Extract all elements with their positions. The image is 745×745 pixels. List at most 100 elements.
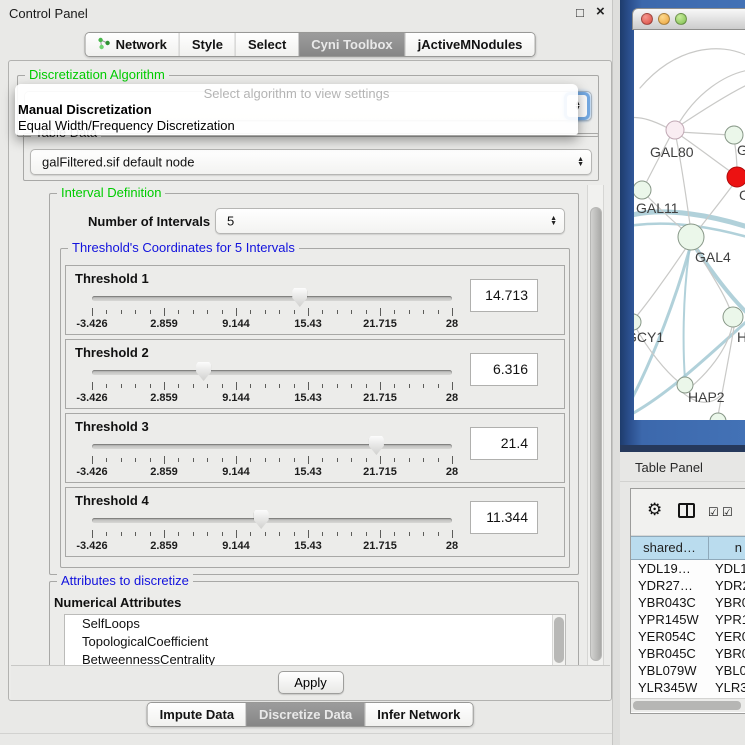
table-row[interactable]: YBR045CYBR0 (631, 645, 745, 662)
gear-icon[interactable]: ⚙ (647, 500, 662, 520)
panel-vertical-scrollbar[interactable] (587, 185, 604, 667)
slider-thumb[interactable] (254, 510, 269, 529)
numerical-attributes-list[interactable]: SelfLoopsTopologicalCoefficientBetweenne… (64, 614, 566, 667)
tick-mark (294, 310, 295, 314)
table-row[interactable]: YBR043CYBR0 (631, 594, 745, 611)
threshold-value-field[interactable]: 21.4 (470, 427, 538, 460)
column-header-name[interactable]: n (709, 536, 745, 560)
table-row[interactable]: YBL079WYBL0 (631, 662, 745, 679)
scale-label: 9.144 (222, 392, 250, 404)
slider-scale-labels: -3.4262.8599.14415.4321.71528 (92, 318, 452, 331)
table-data-combobox[interactable]: galFiltered.sif default node ▲▼ (30, 149, 592, 175)
threshold-value-field[interactable]: 11.344 (470, 501, 538, 534)
tick-mark (164, 382, 165, 390)
slider-track[interactable] (92, 444, 452, 449)
threshold-value-field[interactable]: 6.316 (470, 353, 538, 386)
tab-style[interactable]: Style (179, 33, 235, 56)
float-window-icon[interactable]: □ (576, 5, 584, 20)
cell-name: YDL1 (709, 560, 745, 577)
slider-track[interactable] (92, 518, 452, 523)
tick-mark (423, 458, 424, 462)
table-horizontal-scrollbar[interactable] (631, 698, 745, 712)
network-canvas[interactable]: GAL80GCGAL11GAL4GCY1HHAP2 (634, 30, 745, 420)
dropdown-option-equal-width-frequency[interactable]: Equal Width/Frequency Discretization (15, 118, 578, 134)
scale-label: 21.715 (363, 318, 397, 330)
algorithm-dropdown-popup: Select algorithm to view settings Manual… (15, 84, 578, 135)
checkbox-icon[interactable]: ☑ (708, 505, 719, 519)
cell-name: YDR2 (709, 577, 745, 594)
table-row[interactable]: YLR345WYLR3 (631, 679, 745, 696)
tick-mark (438, 532, 439, 536)
desktop-background: GAL80GCGAL11GAL4GCY1HHAP2 (620, 0, 745, 452)
network-node-green[interactable] (678, 224, 704, 250)
tick-mark (92, 308, 93, 316)
tick-mark (236, 308, 237, 316)
table-row[interactable]: YER054CYER0 (631, 628, 745, 645)
number-of-intervals-combobox[interactable]: 5 ▲▼ (215, 208, 565, 234)
table-row[interactable]: YPR145WYPR1 (631, 611, 745, 628)
bottom-tab-impute-data[interactable]: Impute Data (148, 703, 246, 726)
slider-track[interactable] (92, 370, 452, 375)
column-header-shared-name[interactable]: shared… (631, 536, 709, 560)
tick-mark (423, 384, 424, 388)
attributes-scrollbar[interactable] (552, 615, 565, 667)
scale-label: 28 (446, 466, 458, 478)
network-node-green[interactable] (723, 307, 743, 327)
close-traffic-light-icon[interactable] (641, 13, 653, 25)
tab-jactivemnodules[interactable]: jActiveMNodules (405, 33, 535, 56)
columns-icon[interactable] (678, 503, 695, 518)
network-node-red[interactable] (727, 167, 745, 187)
apply-button[interactable]: Apply (278, 671, 344, 694)
apply-row: Apply (11, 665, 610, 700)
scrollbar-thumb[interactable] (633, 701, 741, 710)
threshold-panel: Threshold 3-3.4262.8599.14415.4321.71528… (65, 413, 565, 483)
network-node-pink[interactable] (666, 121, 684, 139)
zoom-traffic-light-icon[interactable] (675, 13, 687, 25)
bottom-tab-discretize-data[interactable]: Discretize Data (246, 703, 364, 726)
bottom-tab-label: Impute Data (160, 707, 234, 722)
tick-mark (265, 384, 266, 388)
list-item[interactable]: TopologicalCoefficient (65, 633, 565, 651)
list-item[interactable]: SelfLoops (65, 615, 565, 633)
slider-thumb[interactable] (196, 362, 211, 381)
thresholds-group: Threshold's Coordinates for 5 Intervals … (60, 248, 570, 568)
tab-cyni-toolbox[interactable]: Cyni Toolbox (298, 33, 404, 56)
tick-mark (164, 308, 165, 316)
dropdown-option-manual-discretization[interactable]: Manual Discretization (15, 102, 578, 118)
tick-mark (265, 458, 266, 462)
scrollbar-thumb[interactable] (554, 617, 564, 663)
table-row[interactable]: YDR27…YDR2 (631, 577, 745, 594)
tab-label: jActiveMNodules (418, 37, 523, 52)
tick-mark (121, 310, 122, 314)
slider-thumb[interactable] (369, 436, 384, 455)
chevron-up-down-icon: ▲▼ (550, 216, 557, 226)
slider-track[interactable] (92, 296, 452, 301)
network-node-green[interactable] (634, 314, 641, 330)
tab-select[interactable]: Select (235, 33, 298, 56)
panel-title: Control Panel (9, 6, 88, 21)
table-panel-title: Table Panel (635, 460, 703, 475)
cell-shared-name: YER054C (631, 628, 709, 645)
scale-label: -3.426 (76, 318, 107, 330)
tick-mark (236, 530, 237, 538)
tick-mark (222, 458, 223, 462)
tick-mark (193, 532, 194, 536)
checkbox-icon[interactable]: ☑ (722, 505, 733, 519)
minimize-traffic-light-icon[interactable] (658, 13, 670, 25)
tab-network[interactable]: Network (86, 33, 179, 56)
table-row[interactable]: YDL19…YDL1 (631, 560, 745, 577)
tick-mark (322, 532, 323, 536)
slider-thumb[interactable] (292, 288, 307, 307)
tick-mark (150, 310, 151, 314)
network-node-green[interactable] (634, 181, 651, 199)
bottom-tab-infer-network[interactable]: Infer Network (364, 703, 472, 726)
scrollbar-thumb[interactable] (590, 207, 602, 661)
tick-mark (423, 532, 424, 536)
number-of-intervals-value: 5 (227, 214, 234, 229)
threshold-value-field[interactable]: 14.713 (470, 279, 538, 312)
network-node-green[interactable] (710, 413, 726, 420)
tick-mark (294, 532, 295, 536)
tick-mark (207, 458, 208, 462)
close-icon[interactable]: × (596, 3, 605, 20)
table-data-group: Table Data galFiltered.sif default node … (23, 133, 599, 181)
